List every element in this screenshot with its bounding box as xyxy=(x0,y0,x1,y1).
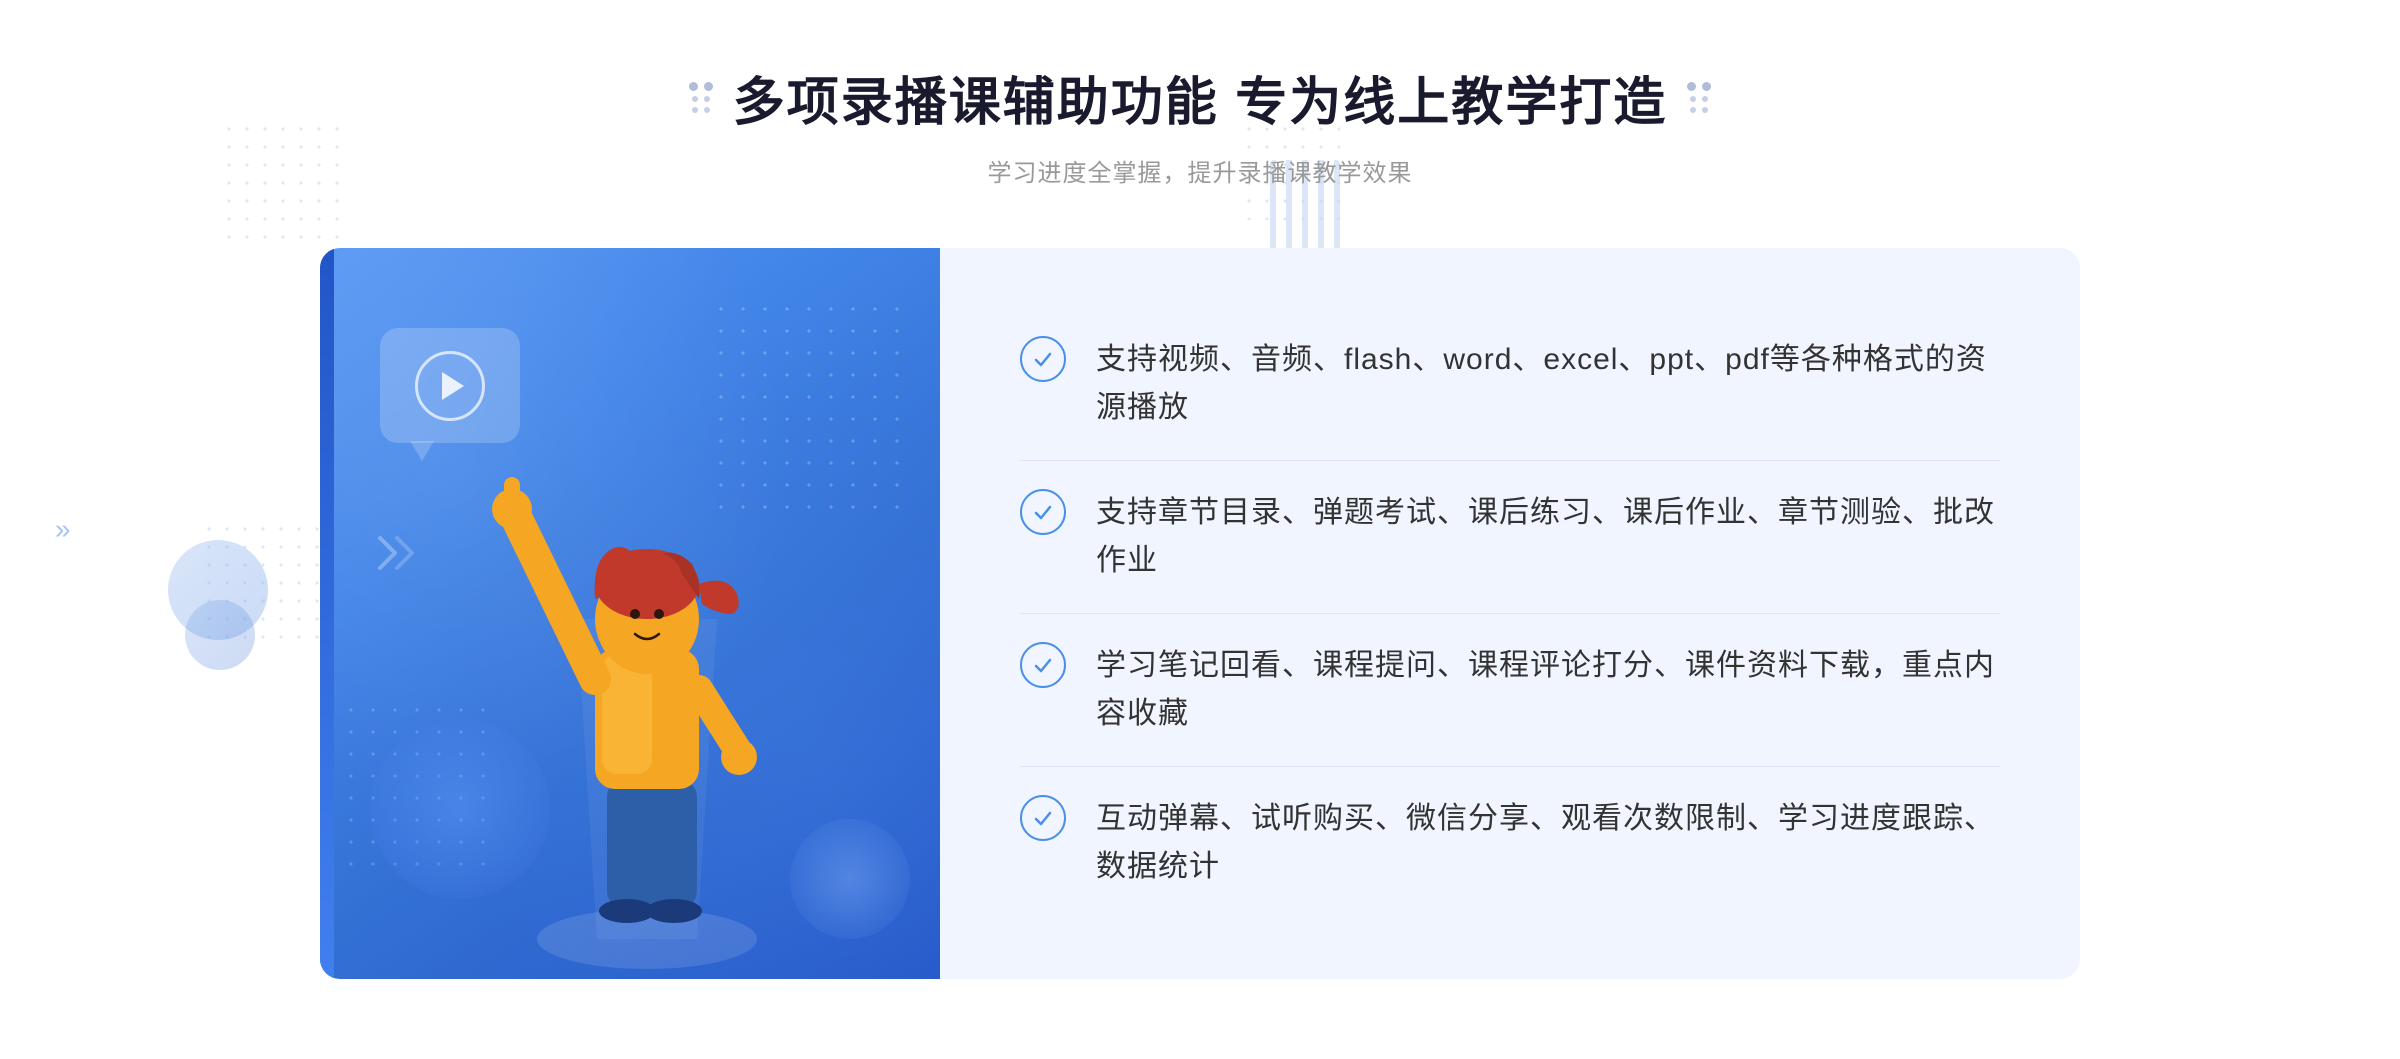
features-card: 支持视频、音频、flash、word、excel、ppt、pdf等各种格式的资源… xyxy=(940,248,2080,979)
deco-dot xyxy=(1702,107,1708,113)
feature-text-2: 支持章节目录、弹题考试、课后练习、课后作业、章节测验、批改作业 xyxy=(1096,489,2000,585)
check-icon-2 xyxy=(1020,489,1066,535)
person-illustration xyxy=(477,419,817,979)
deco-dot xyxy=(1687,82,1696,91)
feature-item-2: 支持章节目录、弹题考试、课后练习、课后作业、章节测验、批改作业 xyxy=(1020,461,2000,614)
header-title-row: 多项录播课辅助功能 专为线上教学打造 xyxy=(689,60,1711,135)
content-area: 支持视频、音频、flash、word、excel、ppt、pdf等各种格式的资源… xyxy=(320,248,2080,979)
header-section: 多项录播课辅助功能 专为线上教学打造 xyxy=(689,60,1711,188)
dot-pattern-left-top xyxy=(220,120,340,240)
feature-text-1: 支持视频、音频、flash、word、excel、ppt、pdf等各种格式的资源… xyxy=(1096,336,2000,432)
check-icon-3 xyxy=(1020,642,1066,688)
play-icon-circle xyxy=(415,351,485,421)
feature-text-4: 互动弹幕、试听购买、微信分享、观看次数限制、学习进度跟踪、数据统计 xyxy=(1096,795,2000,891)
page-subtitle: 学习进度全掌握，提升录播课教学效果 xyxy=(689,153,1711,188)
deco-dot xyxy=(704,107,710,113)
deco-dot xyxy=(692,107,698,113)
lines-decoration xyxy=(375,528,435,603)
deco-dot xyxy=(1702,82,1711,91)
title-deco-left xyxy=(689,82,713,113)
feature-text-3: 学习笔记回看、课程提问、课程评论打分、课件资料下载，重点内容收藏 xyxy=(1096,642,2000,738)
play-triangle-icon xyxy=(442,372,464,400)
deco-dot xyxy=(1702,96,1708,102)
chevron-right-icon: » xyxy=(55,514,71,545)
deco-dot xyxy=(692,96,698,102)
deco-dot xyxy=(704,82,713,91)
deco-dot xyxy=(1690,96,1696,102)
deco-dot xyxy=(1690,107,1696,113)
page-title: 多项录播课辅助功能 专为线上教学打造 xyxy=(733,60,1667,135)
feature-item-1: 支持视频、音频、flash、word、excel、ppt、pdf等各种格式的资源… xyxy=(1020,308,2000,461)
check-icon-1 xyxy=(1020,336,1066,382)
deco-dot xyxy=(704,96,710,102)
blue-bar-decoration xyxy=(320,248,334,979)
illustration-card xyxy=(320,248,940,979)
page-container: » xyxy=(0,0,2400,1059)
left-arrows-decoration: » xyxy=(55,514,71,545)
title-deco-right xyxy=(1687,82,1711,113)
feature-item-4: 互动弹幕、试听购买、微信分享、观看次数限制、学习进度跟踪、数据统计 xyxy=(1020,767,2000,919)
check-icon-4 xyxy=(1020,795,1066,841)
deco-dot xyxy=(689,82,698,91)
semi-circle-decoration-2 xyxy=(185,600,255,670)
feature-item-3: 学习笔记回看、课程提问、课程评论打分、课件资料下载，重点内容收藏 xyxy=(1020,614,2000,767)
